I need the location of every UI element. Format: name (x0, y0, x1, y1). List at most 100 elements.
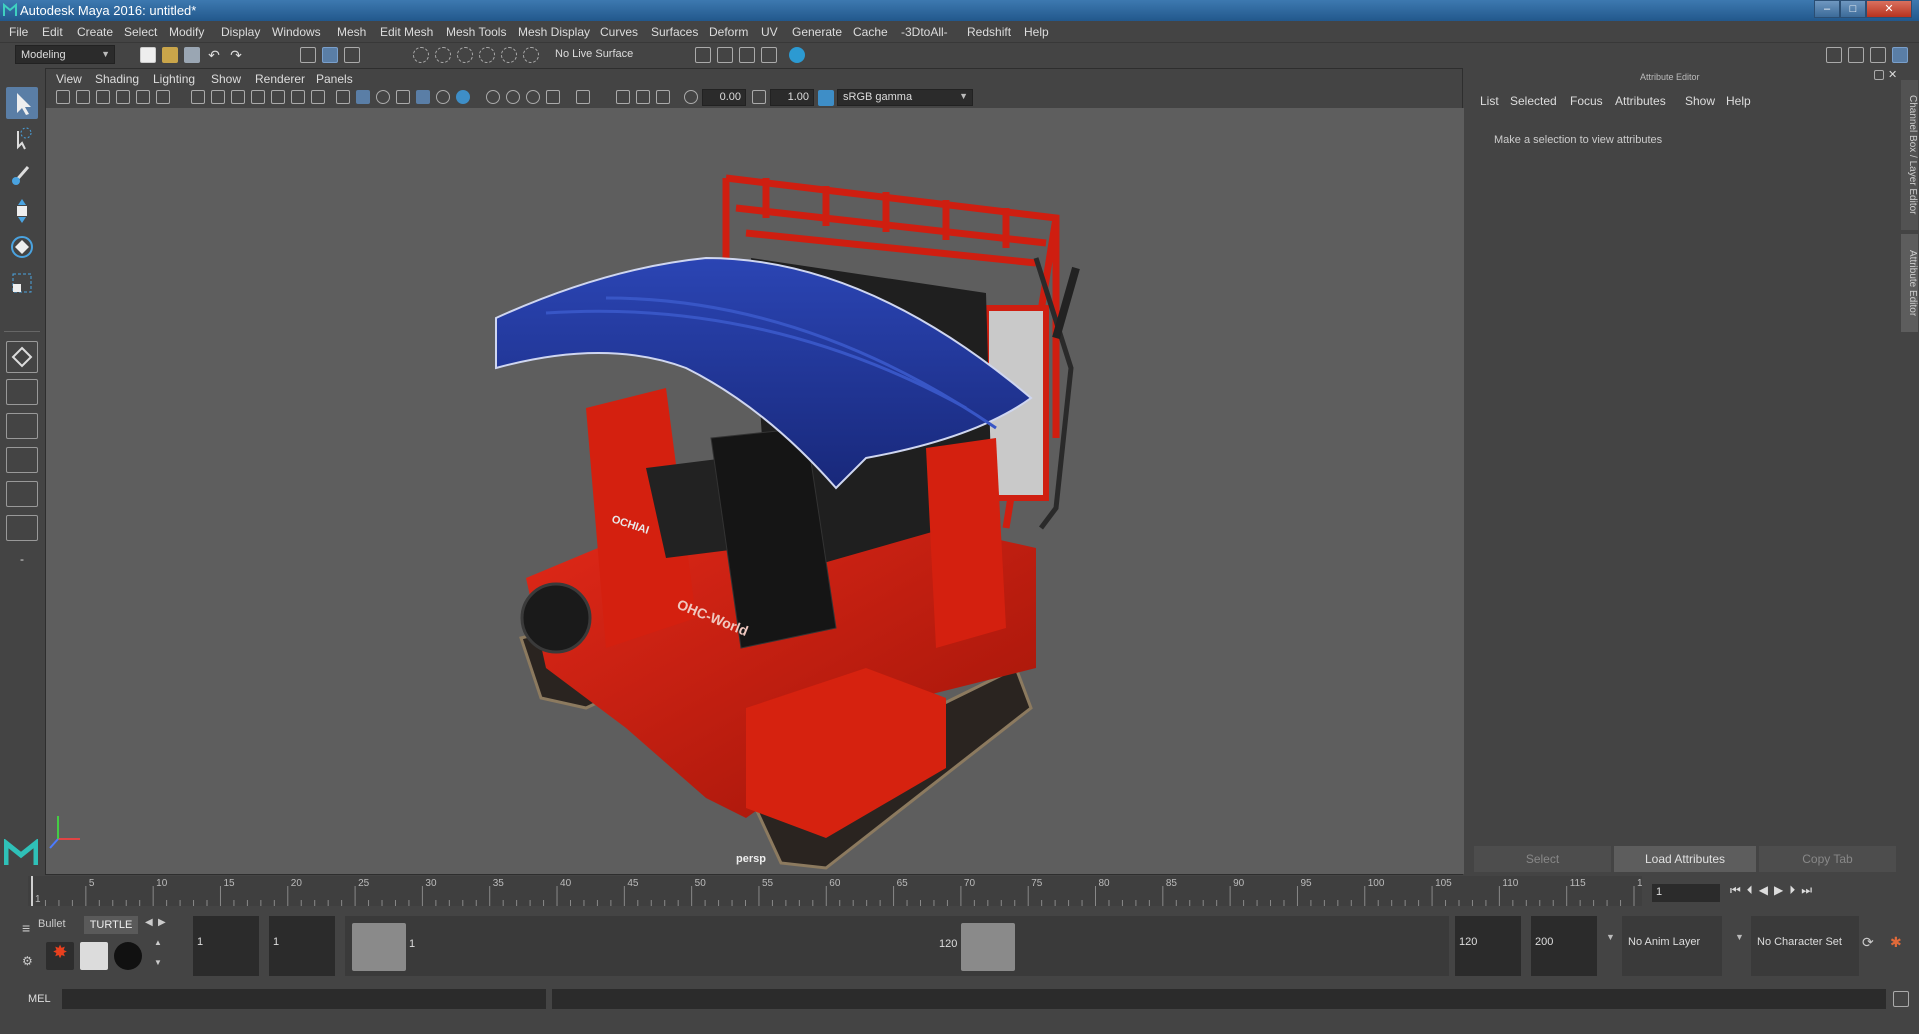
turtle-render-icon[interactable] (80, 942, 108, 970)
color-management-icon[interactable] (818, 90, 834, 106)
menu-uv[interactable]: UV (761, 25, 778, 39)
snap-point-icon[interactable] (457, 47, 473, 63)
snap-view-plane-icon[interactable] (479, 47, 495, 63)
menu-3dtoall[interactable]: -3DtoAll- (901, 25, 948, 39)
xray-active-components-icon[interactable] (636, 90, 650, 104)
snap-surface-icon[interactable] (501, 47, 517, 63)
select-hierarchy-icon[interactable] (300, 47, 316, 63)
playback-end-field[interactable]: 120 (1455, 916, 1521, 976)
lasso-tool-icon[interactable] (6, 123, 38, 155)
close-panel-icon[interactable]: ✕ (1888, 68, 1897, 81)
snap-grid-icon[interactable] (413, 47, 429, 63)
select-object-icon[interactable] (322, 47, 338, 63)
screen-space-ao-icon[interactable] (486, 90, 500, 104)
menu-surfaces[interactable]: Surfaces (651, 25, 698, 39)
menu-help[interactable]: Help (1024, 25, 1049, 39)
current-time-marker[interactable] (31, 876, 33, 906)
menu-create[interactable]: Create (77, 25, 113, 39)
menu-set-dropdown[interactable]: Modeling ▼ (15, 45, 115, 64)
safe-title-icon[interactable] (311, 90, 325, 104)
scale-tool-icon[interactable] (6, 267, 38, 299)
wireframe-icon[interactable] (336, 90, 350, 104)
playback-controls[interactable]: ⏮⏴◀▶⏵⏭ (1730, 883, 1818, 898)
gate-mask-icon[interactable] (251, 90, 265, 104)
outliner-persp-graph-layout-icon[interactable] (6, 481, 38, 507)
live-surface-label[interactable]: No Live Surface (555, 48, 633, 60)
render-view-icon[interactable] (761, 47, 777, 63)
menu-edit-mesh[interactable]: Edit Mesh (380, 25, 433, 39)
render-settings-icon[interactable] (695, 47, 711, 63)
field-chart-icon[interactable] (271, 90, 285, 104)
panel-menu-lighting[interactable]: Lighting (153, 72, 195, 86)
undo-icon[interactable]: ↶ (206, 47, 222, 63)
single-perspective-layout-icon[interactable] (6, 341, 38, 373)
select-component-icon[interactable] (344, 47, 360, 63)
bookmarks-icon[interactable] (96, 90, 110, 104)
command-input[interactable] (62, 989, 546, 1009)
animation-end-field[interactable]: 200 (1531, 916, 1597, 976)
xray-joints-icon[interactable] (656, 90, 670, 104)
shelf-scroll-right-icon[interactable]: ▶ (158, 917, 166, 928)
maximize-icon[interactable]: □ (1840, 0, 1866, 18)
grid-toggle-icon[interactable] (191, 90, 205, 104)
panel-menu-shading[interactable]: Shading (95, 72, 139, 86)
ae-menu-list[interactable]: List (1480, 94, 1499, 108)
persp-outliner-layout-icon[interactable] (6, 413, 38, 439)
image-plane-icon[interactable] (116, 90, 130, 104)
ae-menu-attributes[interactable]: Attributes (1615, 94, 1666, 108)
shelf-scroll-down-icon[interactable]: ▼ (154, 958, 162, 967)
persp-graph-layout-icon[interactable] (6, 447, 38, 473)
panel-menu-show[interactable]: Show (211, 72, 241, 86)
gamma-field[interactable]: 1.00 (770, 89, 814, 106)
new-scene-icon[interactable] (140, 47, 156, 63)
minimize-icon[interactable]: – (1814, 0, 1840, 18)
hypershade-layout-icon[interactable] (6, 515, 38, 541)
range-slider[interactable]: 1 120 (345, 916, 1449, 976)
ae-menu-focus[interactable]: Focus (1570, 94, 1603, 108)
redo-icon[interactable]: ↷ (228, 47, 244, 63)
command-language-label[interactable]: MEL (28, 993, 51, 1005)
playback-start-field[interactable]: 1 (269, 916, 335, 976)
menu-mesh-tools[interactable]: Mesh Tools (446, 25, 506, 39)
channel-box-toggle-icon[interactable] (1892, 47, 1908, 63)
select-camera-icon[interactable] (56, 90, 70, 104)
save-scene-icon[interactable] (184, 47, 200, 63)
attribute-editor-tab[interactable]: Attribute Editor (1901, 234, 1918, 332)
gamma-icon[interactable] (752, 90, 766, 104)
grease-pencil-icon[interactable] (156, 90, 170, 104)
hypershade-icon[interactable] (789, 47, 805, 63)
shelf-scroll-left-icon[interactable]: ◀ (145, 917, 153, 928)
3d-viewport[interactable]: OCHIAI OHC-World persp (46, 108, 1464, 874)
menu-generate[interactable]: Generate (792, 25, 842, 39)
all-lights-icon[interactable] (436, 90, 450, 104)
menu-redshift[interactable]: Redshift (967, 25, 1011, 39)
menu-deform[interactable]: Deform (709, 25, 748, 39)
tool-settings-icon[interactable] (1870, 47, 1886, 63)
shelf-scroll-up-icon[interactable]: ▲ (154, 938, 162, 947)
resolution-gate-icon[interactable] (231, 90, 245, 104)
menu-edit[interactable]: Edit (42, 25, 63, 39)
open-scene-icon[interactable] (162, 47, 178, 63)
bullet-fire-icon[interactable]: ✸ (46, 942, 74, 970)
move-tool-icon[interactable] (6, 195, 38, 227)
shelf-settings-icon[interactable]: ⚙ (22, 954, 33, 968)
chevron-down-icon[interactable]: ▼ (1735, 932, 1744, 942)
isolate-select-icon[interactable] (576, 90, 590, 104)
exposure-field[interactable]: 0.00 (702, 89, 746, 106)
camera-attributes-icon[interactable] (76, 90, 90, 104)
menu-modify[interactable]: Modify (169, 25, 204, 39)
wireframe-on-shaded-icon[interactable] (396, 90, 410, 104)
snap-live-icon[interactable] (523, 47, 539, 63)
rotate-tool-icon[interactable] (6, 231, 38, 263)
shelf-tab-bullet[interactable]: Bullet (38, 918, 66, 930)
motion-blur-icon[interactable] (506, 90, 520, 104)
menu-mesh[interactable]: Mesh (337, 25, 366, 39)
modeling-toolkit-icon[interactable] (1826, 47, 1842, 63)
anim-layer-dropdown[interactable]: No Anim Layer (1622, 916, 1722, 976)
four-view-layout-icon[interactable] (6, 379, 38, 405)
time-slider[interactable]: 1 5 10 15 20 25 30 35 40 45 50 55 60 65 70 75 80 85 90 95 10… (0, 876, 1919, 912)
auto-key-icon[interactable]: ⟳ (1862, 934, 1874, 951)
menu-display[interactable]: Display (221, 25, 260, 39)
anti-aliasing-icon[interactable] (526, 90, 540, 104)
script-editor-icon[interactable] (1893, 991, 1909, 1007)
